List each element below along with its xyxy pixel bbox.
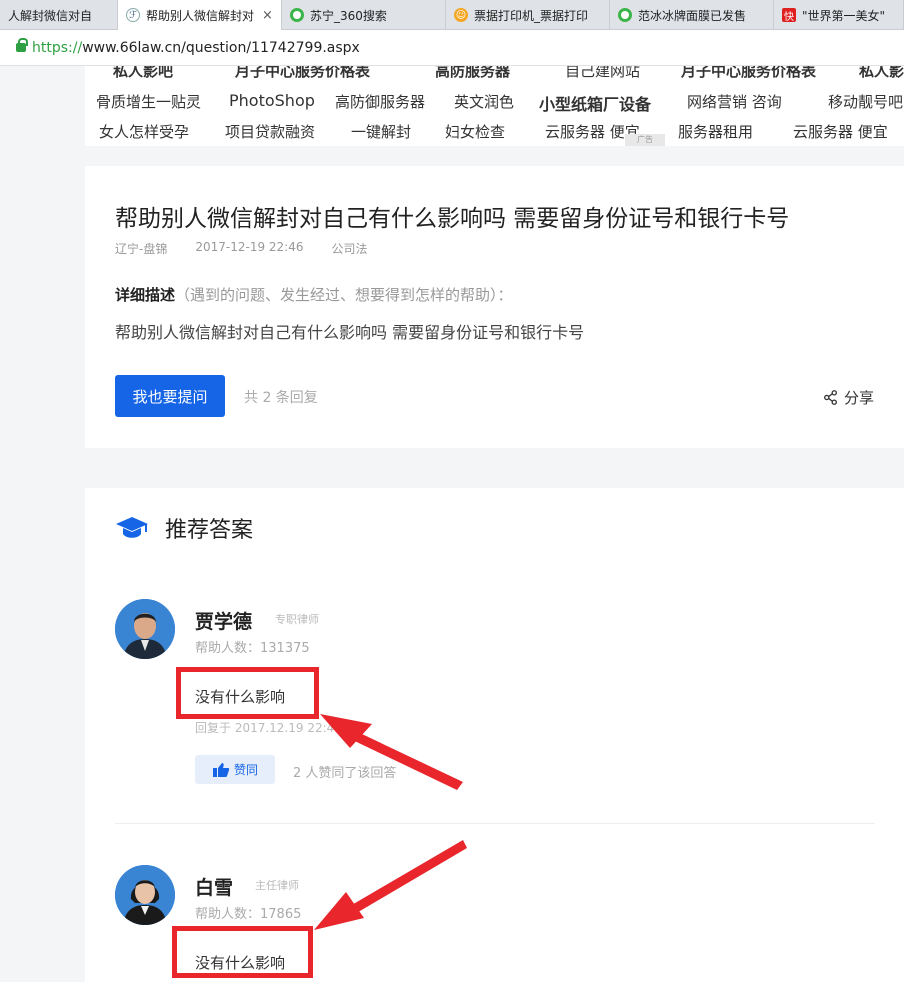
ad-badge: 广告 xyxy=(625,134,665,146)
browser-tab[interactable]: 范冰冰牌面膜已发售 xyxy=(610,0,774,30)
reply-count: 共 2 条回复 xyxy=(244,390,318,406)
ad-keyword-strip: 私人影吧 月子中心服务价格表 高防服务器 自己建网站 月子中心服务价格表 私人影… xyxy=(85,66,904,146)
ad-link[interactable]: 网络营销 咨询 xyxy=(687,91,782,112)
ad-link[interactable]: 自己建网站 xyxy=(565,66,640,81)
annotation-box xyxy=(172,926,313,978)
thumbs-up-icon xyxy=(212,762,230,777)
share-button[interactable]: 分享 xyxy=(823,387,874,408)
ad-link[interactable]: 项目贷款融资 xyxy=(225,121,315,142)
ad-link[interactable]: 小型纸箱厂设备 xyxy=(539,91,651,115)
lock-icon xyxy=(16,38,28,52)
url-path: www.66law.cn/question/11742799.aspx xyxy=(82,39,360,56)
question-title: 帮助别人微信解封对自己有什么影响吗 需要留身份证号和银行卡号 xyxy=(115,206,790,232)
description-label: 详细描述（遇到的问题、发生经过、想要得到怎样的帮助）： xyxy=(115,284,513,305)
ad-link[interactable]: 私人影 xyxy=(859,66,904,81)
tab-label: "世界第一美女" xyxy=(802,8,886,23)
ad-link[interactable]: 移动靓号吧 xyxy=(828,91,903,112)
help-count: 帮助人数：131375 xyxy=(195,641,310,656)
lawyer-name[interactable]: 白雪 xyxy=(195,873,233,900)
browser-tab-active[interactable]: ℱ 帮助别人微信解封对 × xyxy=(118,0,282,30)
lawyer-avatar[interactable] xyxy=(115,865,175,925)
answer-divider xyxy=(115,823,875,824)
lawyer-photo xyxy=(115,865,175,925)
tab-label: 票据打印机_票据打印 xyxy=(474,8,589,23)
ad-link[interactable]: 服务器租用 xyxy=(678,121,753,142)
like-count: 2 人赞同了该回答 xyxy=(293,766,397,781)
ad-link[interactable]: 女人怎样受孕 xyxy=(99,121,189,142)
question-location: 辽宁-盘锦 xyxy=(115,242,168,256)
help-count: 帮助人数：17865 xyxy=(195,907,302,922)
tab-label: 帮助别人微信解封对 xyxy=(146,8,255,23)
ad-link[interactable]: 高防御服务器 xyxy=(335,91,425,112)
like-button[interactable]: 赞同 xyxy=(195,755,275,784)
question-meta: 辽宁-盘锦 2017-12-19 22:46 公司法 xyxy=(115,240,368,257)
ad-link[interactable]: 云服务器 便宜 xyxy=(793,121,888,142)
question-datetime: 2017-12-19 22:46 xyxy=(195,240,304,254)
ad-link[interactable]: 私人影吧 xyxy=(113,66,173,81)
search-engine-icon xyxy=(290,8,304,22)
browser-tab[interactable]: ☺ 票据打印机_票据打印 xyxy=(446,0,610,30)
url-scheme: https:// xyxy=(32,39,83,56)
browser-tab[interactable]: 苏宁_360搜索 xyxy=(282,0,446,30)
like-label: 赞同 xyxy=(233,763,258,777)
printer-site-icon: ☺ xyxy=(454,8,468,22)
tab-label: 人解封微信对自 xyxy=(8,8,93,23)
lawyer-role: 主任律师 xyxy=(255,879,299,892)
lawyer-role: 专职律师 xyxy=(275,613,319,626)
ad-link[interactable]: 骨质增生一贴灵 xyxy=(96,91,201,112)
reply-date: 回复于 2017.12.19 22:49 xyxy=(195,721,342,735)
tab-label: 范冰冰牌面膜已发售 xyxy=(638,8,747,23)
ask-question-button[interactable]: 我也要提问 xyxy=(115,375,225,417)
ad-link[interactable]: 一键解封 xyxy=(351,121,411,142)
address-bar[interactable]: https://www.66law.cn/question/11742799.a… xyxy=(0,30,904,66)
description-hint: （遇到的问题、发生经过、想要得到怎样的帮助）： xyxy=(175,286,513,304)
graduation-cap-icon xyxy=(116,517,148,538)
description-heading: 详细描述 xyxy=(115,286,176,304)
section-header: 推荐答案 xyxy=(115,512,253,544)
lawyer-avatar[interactable] xyxy=(115,599,175,659)
browser-tab[interactable]: 人解封微信对自 xyxy=(0,0,118,30)
ad-link[interactable]: 妇女检查 xyxy=(445,121,505,142)
ad-link[interactable]: PhotoShop xyxy=(229,91,315,110)
site-favicon-icon: ℱ xyxy=(126,8,140,22)
share-icon xyxy=(824,390,837,405)
search-engine-icon xyxy=(618,8,632,22)
lawyer-name[interactable]: 贾学德 xyxy=(195,607,252,634)
ad-link[interactable]: 高防服务器 xyxy=(435,66,510,81)
answers-card: 推荐答案 贾学德 专职律师 帮助人数：131375 没有什么影响 回复于 201… xyxy=(85,488,904,982)
question-category[interactable]: 公司法 xyxy=(331,240,367,257)
annotation-box xyxy=(176,667,319,719)
url-field[interactable]: https://www.66law.cn/question/11742799.a… xyxy=(32,40,360,56)
tab-label: 苏宁_360搜索 xyxy=(310,8,387,23)
section-title: 推荐答案 xyxy=(165,518,254,543)
lawyer-photo xyxy=(115,599,175,659)
ad-link[interactable]: 月子中心服务价格表 xyxy=(681,66,816,81)
question-description: 帮助别人微信解封对自己有什么影响吗 需要留身份证号和银行卡号 xyxy=(115,323,585,342)
browser-tab[interactable]: 快 "世界第一美女" xyxy=(774,0,904,30)
ad-link[interactable]: 月子中心服务价格表 xyxy=(235,66,370,81)
browser-tab-bar: 人解封微信对自 ℱ 帮助别人微信解封对 × 苏宁_360搜索 ☺ 票据打印机_票… xyxy=(0,0,904,30)
ad-link[interactable]: 英文润色 xyxy=(454,91,514,112)
question-card: 帮助别人微信解封对自己有什么影响吗 需要留身份证号和银行卡号 辽宁-盘锦 201… xyxy=(85,166,904,448)
news-app-icon: 快 xyxy=(782,8,796,23)
share-label: 分享 xyxy=(843,389,874,407)
close-icon[interactable]: × xyxy=(262,8,273,23)
